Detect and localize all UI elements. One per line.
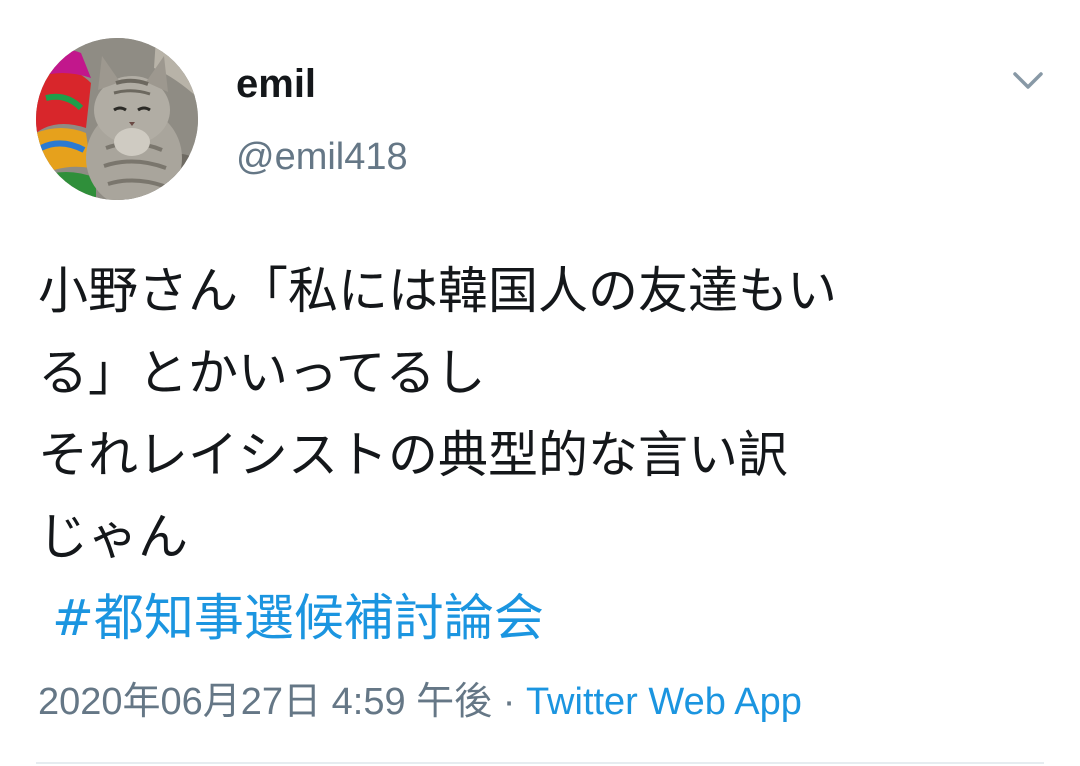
divider — [36, 762, 1044, 764]
tweet-text-line: それレイシストの典型的な言い訳 — [38, 426, 788, 484]
tweet-timestamp[interactable]: 2020年06月27日 4:59 午後 — [38, 681, 492, 723]
cat-avatar-image — [36, 38, 198, 200]
tweet-text: 小野さん「私には韓国人の友達もい る」とかいってるし それレイシストの典型的な言… — [38, 250, 1048, 578]
author-handle[interactable]: @emil418 — [236, 132, 408, 182]
tweet-meta: 2020年06月27日 4:59 午後 · Twitter Web App — [38, 674, 802, 730]
tweet-text-line: 小野さん「私には韓国人の友達もい — [38, 262, 837, 320]
author-display-name[interactable]: emil — [236, 58, 316, 110]
meta-separator: · — [492, 681, 526, 723]
tweet-text-line: る」とかいってるし — [38, 344, 486, 402]
hashtag-link[interactable]: #都知事選候補討論会 — [52, 580, 544, 656]
author-avatar[interactable] — [36, 38, 198, 200]
chevron-down-icon[interactable] — [1004, 58, 1052, 106]
tweet-source-link[interactable]: Twitter Web App — [526, 681, 802, 723]
tweet-text-line: じゃん — [38, 508, 188, 566]
